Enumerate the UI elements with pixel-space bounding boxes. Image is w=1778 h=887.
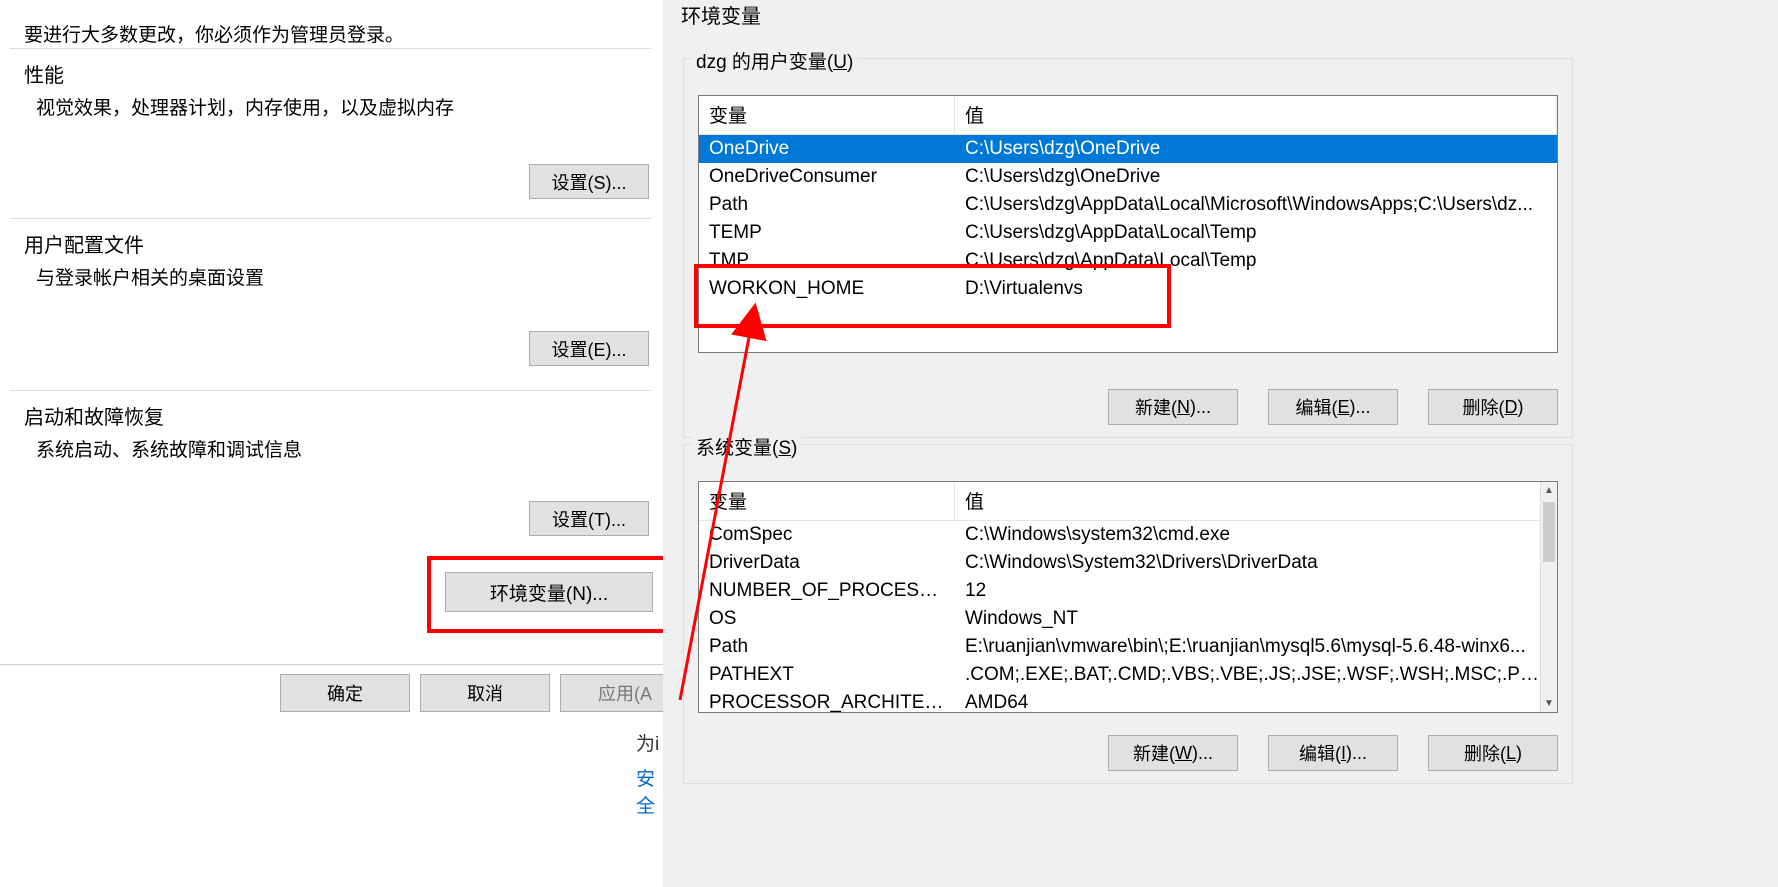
startup-recovery-desc: 系统启动、系统故障和调试信息 (36, 435, 302, 462)
column-variable[interactable]: 变量 (699, 96, 955, 134)
cell-value: D:\Virtualenvs (955, 275, 1557, 303)
environment-variables-dialog: 环境变量 dzg 的用户变量(U) 变量 值 OneDriveC:\Users\… (663, 0, 1778, 887)
system-variables-legend: 系统变量(S) (692, 433, 801, 460)
cancel-button[interactable]: 取消 (420, 674, 550, 712)
list-header: 变量 值 (699, 482, 1557, 521)
separator (0, 664, 663, 665)
user-profile-settings-button[interactable]: 设置(E)... (529, 331, 649, 366)
system-variables-list[interactable]: 变量 值 ▲ ▼ ComSpecC:\Windows\system32\cmd.… (698, 481, 1558, 713)
cropped-text-link: 安全 (636, 764, 663, 818)
performance-settings-button[interactable]: 设置(S)... (529, 164, 649, 199)
cropped-text: 为i (636, 729, 659, 756)
dialog-buttons: 确定 取消 应用(A (280, 674, 690, 712)
admin-note: 要进行大多数更改，你必须作为管理员登录。 (24, 20, 404, 47)
table-row[interactable]: DriverDataC:\Windows\System32\Drivers\Dr… (699, 549, 1557, 577)
cell-variable: OneDrive (699, 135, 955, 163)
table-row[interactable]: PathE:\ruanjian\vmware\bin\;E:\ruanjian\… (699, 633, 1557, 661)
column-value[interactable]: 值 (955, 96, 1557, 134)
cell-value: 12 (955, 577, 1557, 605)
cell-variable: PROCESSOR_ARCHITECTURE (699, 689, 955, 713)
cell-value: E:\ruanjian\vmware\bin\;E:\ruanjian\mysq… (955, 633, 1557, 661)
cell-variable: Path (699, 633, 955, 661)
cell-value: Windows_NT (955, 605, 1557, 633)
user-variables-fieldset: dzg 的用户变量(U) 变量 值 OneDriveC:\Users\dzg\O… (683, 58, 1573, 438)
user-new-button[interactable]: 新建(N)... (1108, 389, 1238, 425)
cell-value: C:\Users\dzg\AppData\Local\Temp (955, 219, 1557, 247)
scroll-down-icon[interactable]: ▼ (1541, 695, 1557, 712)
cell-variable: WORKON_HOME (699, 275, 955, 303)
table-row[interactable]: ComSpecC:\Windows\system32\cmd.exe (699, 521, 1557, 549)
table-row[interactable]: OneDriveConsumerC:\Users\dzg\OneDrive (699, 163, 1557, 191)
system-edit-button[interactable]: 编辑(I)... (1268, 735, 1398, 771)
table-row[interactable]: NUMBER_OF_PROCESSORS12 (699, 577, 1557, 605)
dialog-title: 环境变量 (681, 0, 761, 29)
user-profile-title: 用户配置文件 (24, 229, 144, 258)
user-edit-button[interactable]: 编辑(E)... (1268, 389, 1398, 425)
system-var-buttons: 新建(W)... 编辑(I)... 删除(L) (1108, 735, 1558, 771)
list-header: 变量 值 (699, 96, 1557, 135)
cell-value: AMD64 (955, 689, 1557, 713)
cell-variable: OS (699, 605, 955, 633)
system-variables-fieldset: 系统变量(S) 变量 值 ▲ ▼ ComSpecC:\Windows\syste… (683, 444, 1573, 784)
system-properties-panel: 要进行大多数更改，你必须作为管理员登录。 性能 视觉效果，处理器计划，内存使用，… (0, 0, 663, 887)
startup-recovery-title: 启动和故障恢复 (24, 401, 164, 430)
cell-variable: Path (699, 191, 955, 219)
cell-value: .COM;.EXE;.BAT;.CMD;.VBS;.VBE;.JS;.JSE;.… (955, 661, 1557, 689)
table-row[interactable]: OSWindows_NT (699, 605, 1557, 633)
table-row[interactable]: PATHEXT.COM;.EXE;.BAT;.CMD;.VBS;.VBE;.JS… (699, 661, 1557, 689)
performance-desc: 视觉效果，处理器计划，内存使用，以及虚拟内存 (36, 93, 454, 120)
user-variables-list[interactable]: 变量 值 OneDriveC:\Users\dzg\OneDriveOneDri… (698, 95, 1558, 353)
system-new-button[interactable]: 新建(W)... (1108, 735, 1238, 771)
environment-variables-button[interactable]: 环境变量(N)... (445, 572, 653, 612)
startup-recovery-settings-button[interactable]: 设置(T)... (529, 501, 649, 536)
user-variables-legend: dzg 的用户变量(U) (692, 47, 857, 74)
ok-button[interactable]: 确定 (280, 674, 410, 712)
scroll-thumb[interactable] (1543, 502, 1555, 562)
table-row[interactable]: TEMPC:\Users\dzg\AppData\Local\Temp (699, 219, 1557, 247)
performance-group: 性能 视觉效果，处理器计划，内存使用，以及虚拟内存 设置(S)... (10, 48, 651, 218)
startup-recovery-group: 启动和故障恢复 系统启动、系统故障和调试信息 设置(T)... (10, 390, 651, 560)
system-delete-button[interactable]: 删除(L) (1428, 735, 1558, 771)
cell-variable: PATHEXT (699, 661, 955, 689)
user-profile-group: 用户配置文件 与登录帐户相关的桌面设置 设置(E)... (10, 218, 651, 390)
cell-value: C:\Users\dzg\OneDrive (955, 163, 1557, 191)
table-row[interactable]: TMPC:\Users\dzg\AppData\Local\Temp (699, 247, 1557, 275)
table-row[interactable]: PROCESSOR_ARCHITECTUREAMD64 (699, 689, 1557, 713)
cell-value: C:\Users\dzg\AppData\Local\Microsoft\Win… (955, 191, 1557, 219)
cell-value: C:\Windows\System32\Drivers\DriverData (955, 549, 1557, 577)
cell-variable: NUMBER_OF_PROCESSORS (699, 577, 955, 605)
user-var-buttons: 新建(N)... 编辑(E)... 删除(D) (1108, 389, 1558, 425)
cell-variable: ComSpec (699, 521, 955, 549)
scroll-up-icon[interactable]: ▲ (1541, 482, 1557, 499)
scrollbar[interactable]: ▲ ▼ (1540, 482, 1557, 712)
table-row[interactable]: OneDriveC:\Users\dzg\OneDrive (699, 135, 1557, 163)
cell-value: C:\Windows\system32\cmd.exe (955, 521, 1557, 549)
column-variable[interactable]: 变量 (699, 482, 955, 520)
performance-title: 性能 (24, 59, 64, 88)
table-row[interactable]: PathC:\Users\dzg\AppData\Local\Microsoft… (699, 191, 1557, 219)
user-profile-desc: 与登录帐户相关的桌面设置 (36, 263, 264, 290)
cell-value: C:\Users\dzg\OneDrive (955, 135, 1557, 163)
cell-variable: TEMP (699, 219, 955, 247)
table-row[interactable]: WORKON_HOMED:\Virtualenvs (699, 275, 1557, 303)
cell-variable: DriverData (699, 549, 955, 577)
column-value[interactable]: 值 (955, 482, 1557, 520)
user-delete-button[interactable]: 删除(D) (1428, 389, 1558, 425)
cell-variable: TMP (699, 247, 955, 275)
cell-variable: OneDriveConsumer (699, 163, 955, 191)
cell-value: C:\Users\dzg\AppData\Local\Temp (955, 247, 1557, 275)
